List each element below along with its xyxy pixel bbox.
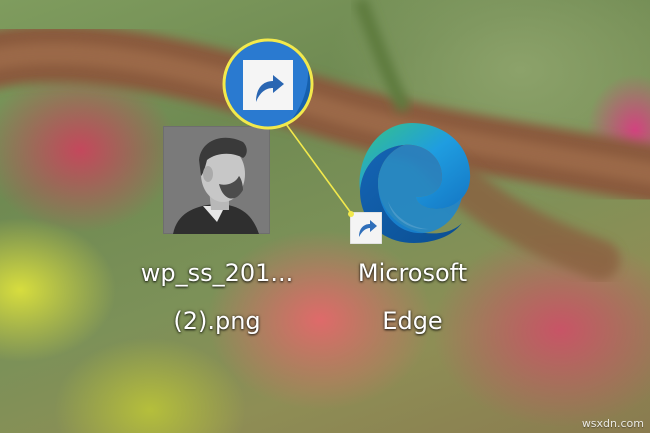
magnifier-callout [222,38,354,217]
watermark: wsxdn.com [581,417,644,430]
callout-leader-line [285,123,352,214]
callout-anchor-dot [348,211,354,217]
desktop-wallpaper: wp_ss_201... (2).png Microsoft Edge wsxd… [0,0,650,433]
